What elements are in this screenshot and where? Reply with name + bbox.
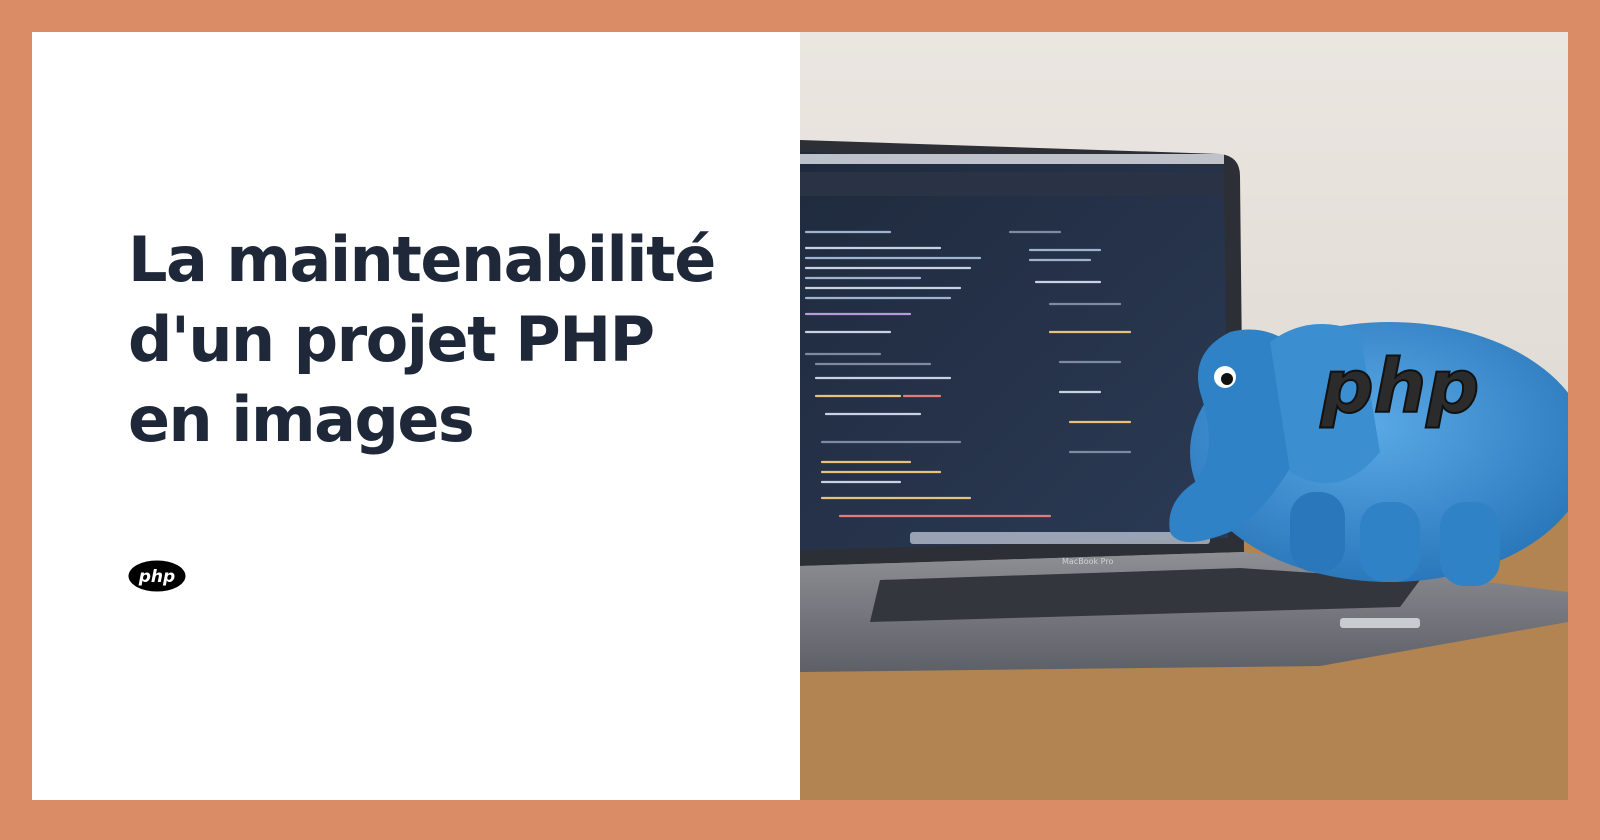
title-line-1: La maintenabilité xyxy=(128,223,716,296)
php-logo-icon: php xyxy=(128,560,186,592)
page-title: La maintenabilité d'un projet PHP en ima… xyxy=(128,220,768,460)
laptop-elephant-photo: MacBook Pro php xyxy=(800,140,1568,800)
text-panel: La maintenabilité d'un projet PHP en ima… xyxy=(32,32,800,800)
dock-bar xyxy=(910,532,1210,544)
plush-php-text: php xyxy=(1320,344,1480,430)
photo-panel: MacBook Pro php xyxy=(800,32,1568,800)
banner-frame: La maintenabilité d'un projet PHP en ima… xyxy=(32,32,1568,800)
laptop-screen xyxy=(800,152,1228,550)
title-line-2: d'un projet PHP xyxy=(128,303,655,376)
laptop-brand-label: MacBook Pro xyxy=(1062,557,1113,566)
title-line-3: en images xyxy=(128,383,475,456)
php-logo-text: php xyxy=(138,567,175,587)
